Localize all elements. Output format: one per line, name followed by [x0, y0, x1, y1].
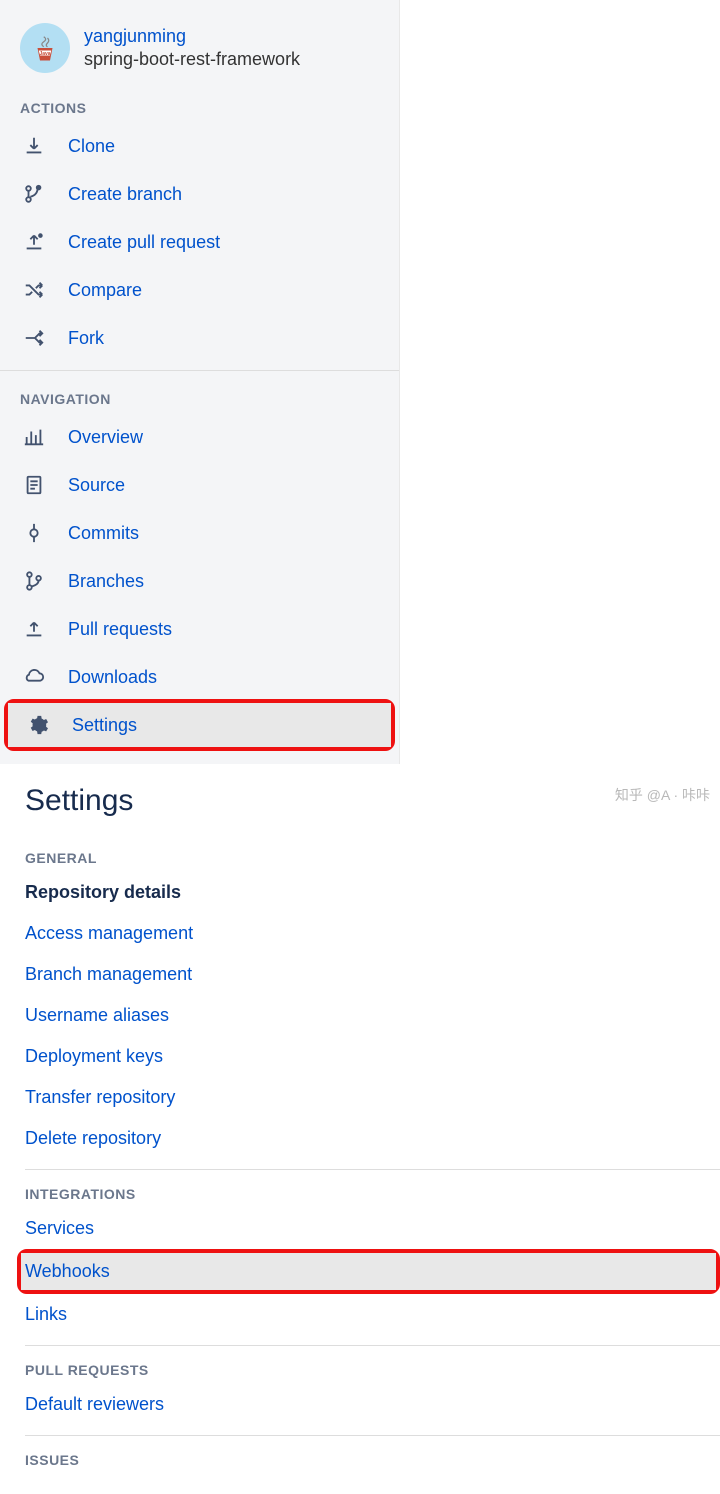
settings-link: Deployment keys — [25, 1046, 163, 1066]
settings-link: Username aliases — [25, 1005, 169, 1025]
sidebar-action-compare[interactable]: Compare — [0, 266, 399, 314]
sidebar-nav-source[interactable]: Source — [0, 461, 399, 509]
java-icon: Java — [30, 33, 60, 63]
sidebar-nav-branches[interactable]: Branches — [0, 557, 399, 605]
settings-username-aliases[interactable]: Username aliases — [25, 995, 720, 1036]
commit-icon — [22, 521, 46, 545]
sidebar-action-create-pr[interactable]: Create pull request — [0, 218, 399, 266]
settings-webhooks[interactable]: Webhooks — [21, 1253, 716, 1290]
nav-label: Clone — [68, 136, 115, 157]
svg-text:Java: Java — [39, 51, 50, 57]
navigation-title: NAVIGATION — [0, 379, 399, 413]
avatar: Java — [20, 23, 70, 73]
settings-services[interactable]: Services — [25, 1208, 720, 1249]
settings-link: Services — [25, 1218, 94, 1238]
sidebar-action-clone[interactable]: Clone — [0, 122, 399, 170]
upload-plus-icon — [22, 230, 46, 254]
repo-owner-link[interactable]: yangjunming — [84, 25, 300, 48]
gear-icon — [26, 713, 50, 737]
repo-header: Java yangjunming spring-boot-rest-framew… — [0, 15, 399, 88]
integrations-list: Services Webhooks Links — [25, 1208, 720, 1346]
settings-link: Webhooks — [25, 1261, 110, 1281]
fork-icon — [22, 326, 46, 350]
pull-requests-list: Default reviewers — [25, 1384, 720, 1436]
sidebar-nav-downloads[interactable]: Downloads — [0, 653, 399, 701]
settings-link: Branch management — [25, 964, 192, 984]
sidebar-nav-pull-requests[interactable]: Pull requests — [0, 605, 399, 653]
settings-branch-management[interactable]: Branch management — [25, 954, 720, 995]
general-list: Repository details Access management Bra… — [25, 872, 720, 1170]
sidebar-nav-overview[interactable]: Overview — [0, 413, 399, 461]
nav-label: Compare — [68, 280, 142, 301]
sidebar-action-fork[interactable]: Fork — [0, 314, 399, 362]
branch-plus-icon — [22, 182, 46, 206]
download-icon — [22, 134, 46, 158]
settings-delete-repository[interactable]: Delete repository — [25, 1118, 720, 1159]
nav-label: Source — [68, 475, 125, 496]
settings-link: Links — [25, 1304, 67, 1324]
nav-label: Fork — [68, 328, 104, 349]
settings-link: Transfer repository — [25, 1087, 175, 1107]
navigation-list: Overview Source Commits Branches Pull re… — [0, 413, 399, 751]
issues-title: ISSUES — [25, 1440, 720, 1474]
settings-access-management[interactable]: Access management — [25, 913, 720, 954]
divider — [0, 370, 399, 371]
main-content: Settings GENERAL Repository details Acce… — [0, 764, 720, 1494]
nav-label: Downloads — [68, 667, 157, 688]
file-icon — [22, 473, 46, 497]
settings-transfer-repository[interactable]: Transfer repository — [25, 1077, 720, 1118]
settings-link: Access management — [25, 923, 193, 943]
actions-title: ACTIONS — [0, 88, 399, 122]
sidebar: Java yangjunming spring-boot-rest-framew… — [0, 0, 400, 764]
settings-repository-details[interactable]: Repository details — [25, 872, 720, 913]
nav-label: Settings — [72, 715, 137, 736]
highlight-webhooks: Webhooks — [17, 1249, 720, 1294]
page-title: Settings — [25, 784, 720, 838]
highlight-settings: Settings — [4, 699, 395, 751]
nav-label: Commits — [68, 523, 139, 544]
settings-link: Delete repository — [25, 1128, 161, 1148]
settings-deployment-keys[interactable]: Deployment keys — [25, 1036, 720, 1077]
sidebar-nav-commits[interactable]: Commits — [0, 509, 399, 557]
sidebar-action-create-branch[interactable]: Create branch — [0, 170, 399, 218]
nav-label: Branches — [68, 571, 144, 592]
pull-requests-title: PULL REQUESTS — [25, 1350, 720, 1384]
cloud-icon — [22, 665, 46, 689]
repo-name: spring-boot-rest-framework — [84, 48, 300, 71]
actions-list: Clone Create branch Create pull request … — [0, 122, 399, 362]
settings-link: Repository details — [25, 882, 181, 902]
branch-icon — [22, 569, 46, 593]
settings-default-reviewers[interactable]: Default reviewers — [25, 1384, 720, 1425]
nav-label: Pull requests — [68, 619, 172, 640]
integrations-title: INTEGRATIONS — [25, 1174, 720, 1208]
shuffle-icon — [22, 278, 46, 302]
nav-label: Create branch — [68, 184, 182, 205]
settings-link: Default reviewers — [25, 1394, 164, 1414]
nav-label: Overview — [68, 427, 143, 448]
general-title: GENERAL — [25, 838, 720, 872]
settings-links[interactable]: Links — [25, 1294, 720, 1335]
repo-info: yangjunming spring-boot-rest-framework — [84, 25, 300, 72]
sidebar-nav-settings[interactable]: Settings — [8, 703, 391, 747]
bars-icon — [22, 425, 46, 449]
upload-icon — [22, 617, 46, 641]
nav-label: Create pull request — [68, 232, 220, 253]
